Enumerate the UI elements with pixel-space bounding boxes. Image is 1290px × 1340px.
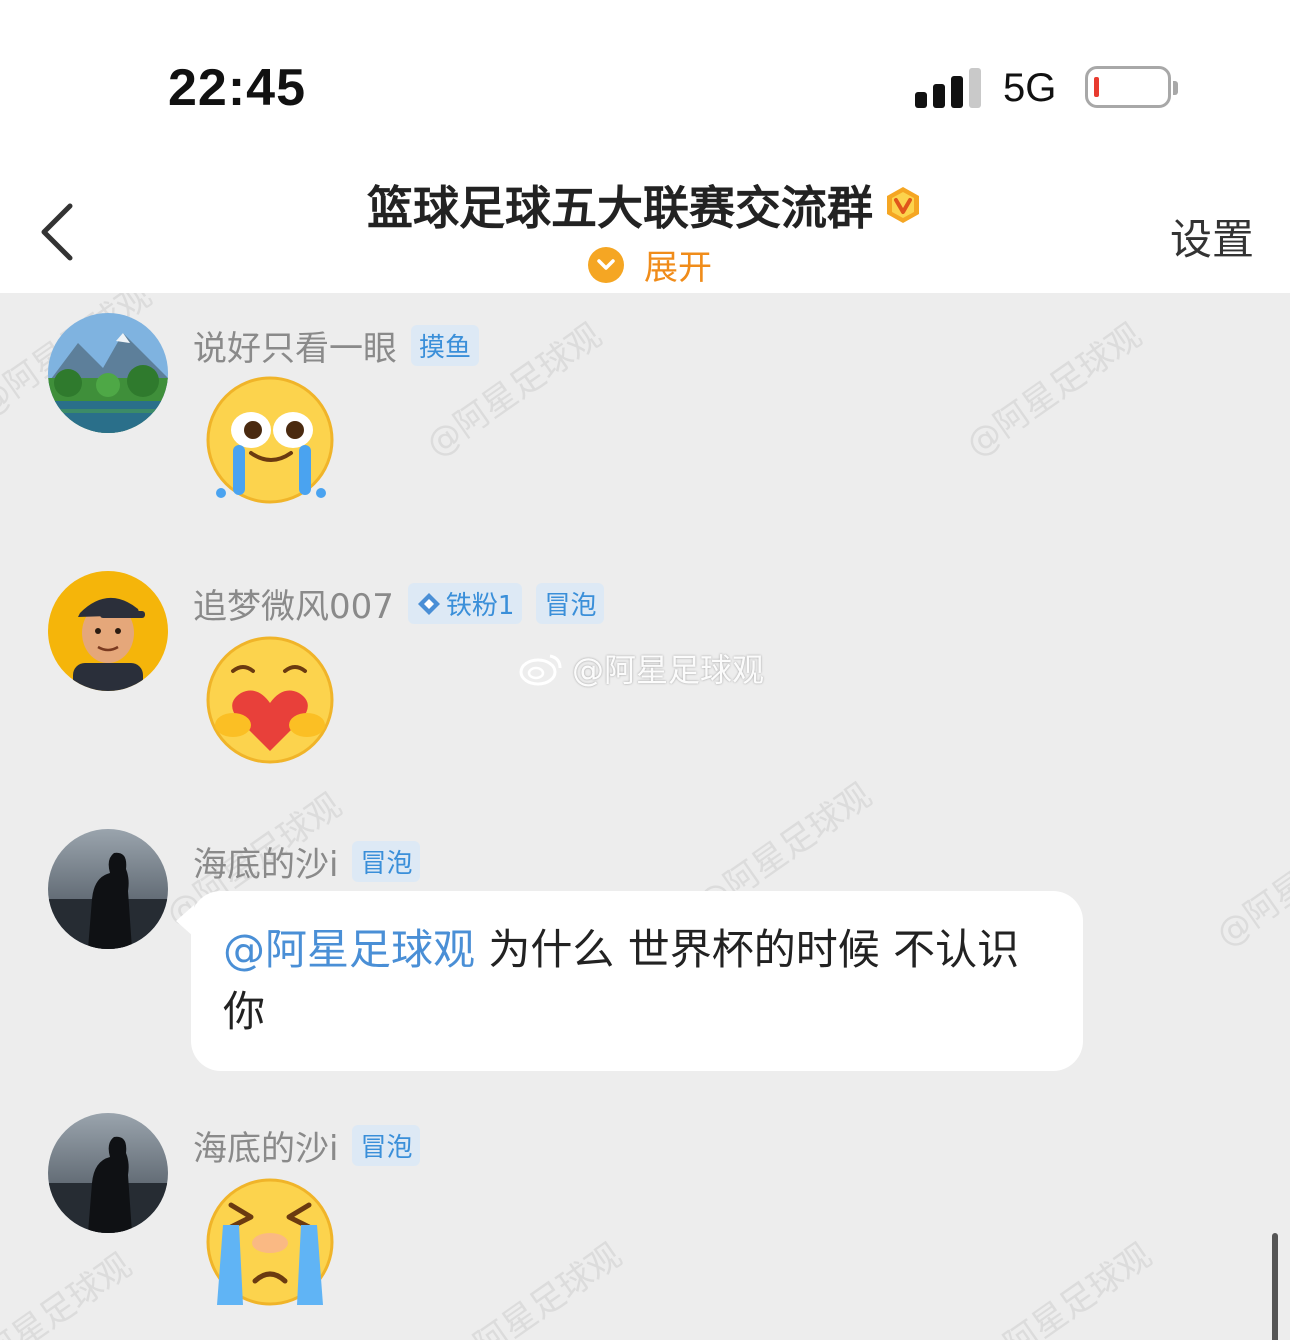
signal-icon (915, 68, 985, 108)
battery-icon (1085, 66, 1178, 108)
loud-crying-emoji[interactable] (203, 1175, 338, 1310)
member-badge: 冒泡 (352, 1125, 421, 1166)
chat-header: 篮球足球五大联赛交流群 展开 设置 (0, 150, 1290, 293)
weibo-watermark: @阿星足球观 (518, 645, 764, 691)
avatar[interactable] (48, 829, 168, 949)
settings-button[interactable]: 设置 (1170, 206, 1254, 267)
watermark: @阿星足球观 (958, 315, 1150, 466)
avatar[interactable] (48, 571, 168, 691)
sender-name[interactable]: 海底的沙i (193, 837, 338, 886)
sender-name[interactable]: 海底的沙i (193, 1121, 338, 1170)
watermark: @阿星足球观 (0, 1245, 140, 1340)
member-badge: 冒泡 (536, 583, 605, 624)
v-badge-icon (887, 187, 919, 223)
fan-badge: 铁粉1 (407, 583, 523, 624)
sender-name[interactable]: 说好只看一眼 (193, 321, 397, 370)
watermark: @阿星足球观 (968, 1235, 1160, 1340)
avatar[interactable] (48, 1113, 168, 1233)
weibo-icon (519, 654, 562, 686)
watermark: @阿星足球观 (1208, 805, 1290, 956)
network-type: 5G (1003, 66, 1057, 110)
expand-button[interactable]: 展开 (588, 240, 712, 289)
status-bar: 22:45 5G (0, 0, 1290, 150)
status-time: 22:45 (168, 59, 306, 117)
weibo-watermark-text: @阿星足球观 (572, 651, 765, 689)
mention-link[interactable]: @阿星足球观 (223, 925, 475, 974)
scrollbar[interactable] (1272, 1233, 1278, 1340)
expand-label: 展开 (644, 248, 712, 288)
member-badge: 冒泡 (352, 841, 421, 882)
watermark: @阿星足球观 (438, 1235, 630, 1340)
chat-area[interactable]: @阿星足球观 @阿星足球观 @阿星足球观 @阿星足球观 @阿星足球观 @阿星足球… (0, 293, 1290, 1340)
message-bubble[interactable]: @阿星足球观 为什么 世界杯的时候 不认识你 (191, 891, 1083, 1071)
avatar[interactable] (48, 313, 168, 433)
heart-hug-emoji[interactable] (203, 633, 338, 768)
crying-laugh-emoji[interactable] (203, 375, 338, 510)
chevron-down-icon (588, 246, 624, 283)
diamond-icon (417, 592, 440, 615)
sender-name[interactable]: 追梦微风007 (193, 579, 394, 628)
group-title: 篮球足球五大联赛交流群 (367, 181, 873, 235)
member-badge: 摸鱼 (411, 325, 480, 366)
